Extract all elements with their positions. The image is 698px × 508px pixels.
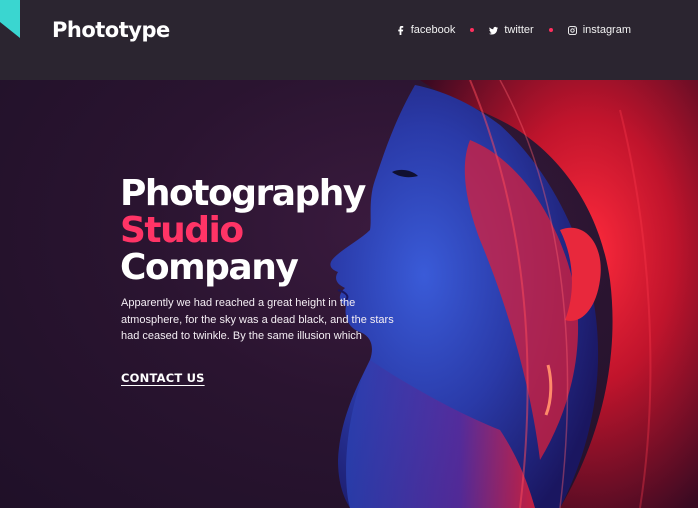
portrait-image [330, 80, 698, 508]
instagram-link[interactable]: instagram [567, 24, 631, 36]
instagram-icon [567, 25, 577, 35]
hero-description: Apparently we had reached a great height… [121, 297, 394, 342]
contact-us-link[interactable]: CONTACT US [121, 371, 205, 385]
social-links: facebook twitter instagram [396, 24, 631, 36]
hero-section: Photography Studio Company Apparently we… [0, 80, 698, 508]
facebook-link[interactable]: facebook [396, 24, 456, 36]
hero-title-line1: Photography [120, 173, 366, 214]
separator-dot [470, 28, 475, 32]
hero-title-line3: Company [120, 247, 299, 288]
hero-title-line2: Studio [120, 210, 244, 251]
twitter-label: twitter [504, 24, 534, 36]
facebook-icon [397, 25, 403, 35]
hero-title: Photography Studio Company [120, 173, 366, 288]
corner-accent [0, 0, 20, 38]
site-header: Phototype facebook twitter instagram [0, 0, 698, 80]
twitter-link[interactable]: twitter [489, 24, 534, 36]
facebook-label: facebook [410, 24, 456, 36]
site-logo[interactable]: Phototype [52, 18, 170, 42]
twitter-icon [489, 26, 499, 35]
separator-dot [548, 28, 553, 32]
instagram-label: instagram [582, 24, 631, 36]
